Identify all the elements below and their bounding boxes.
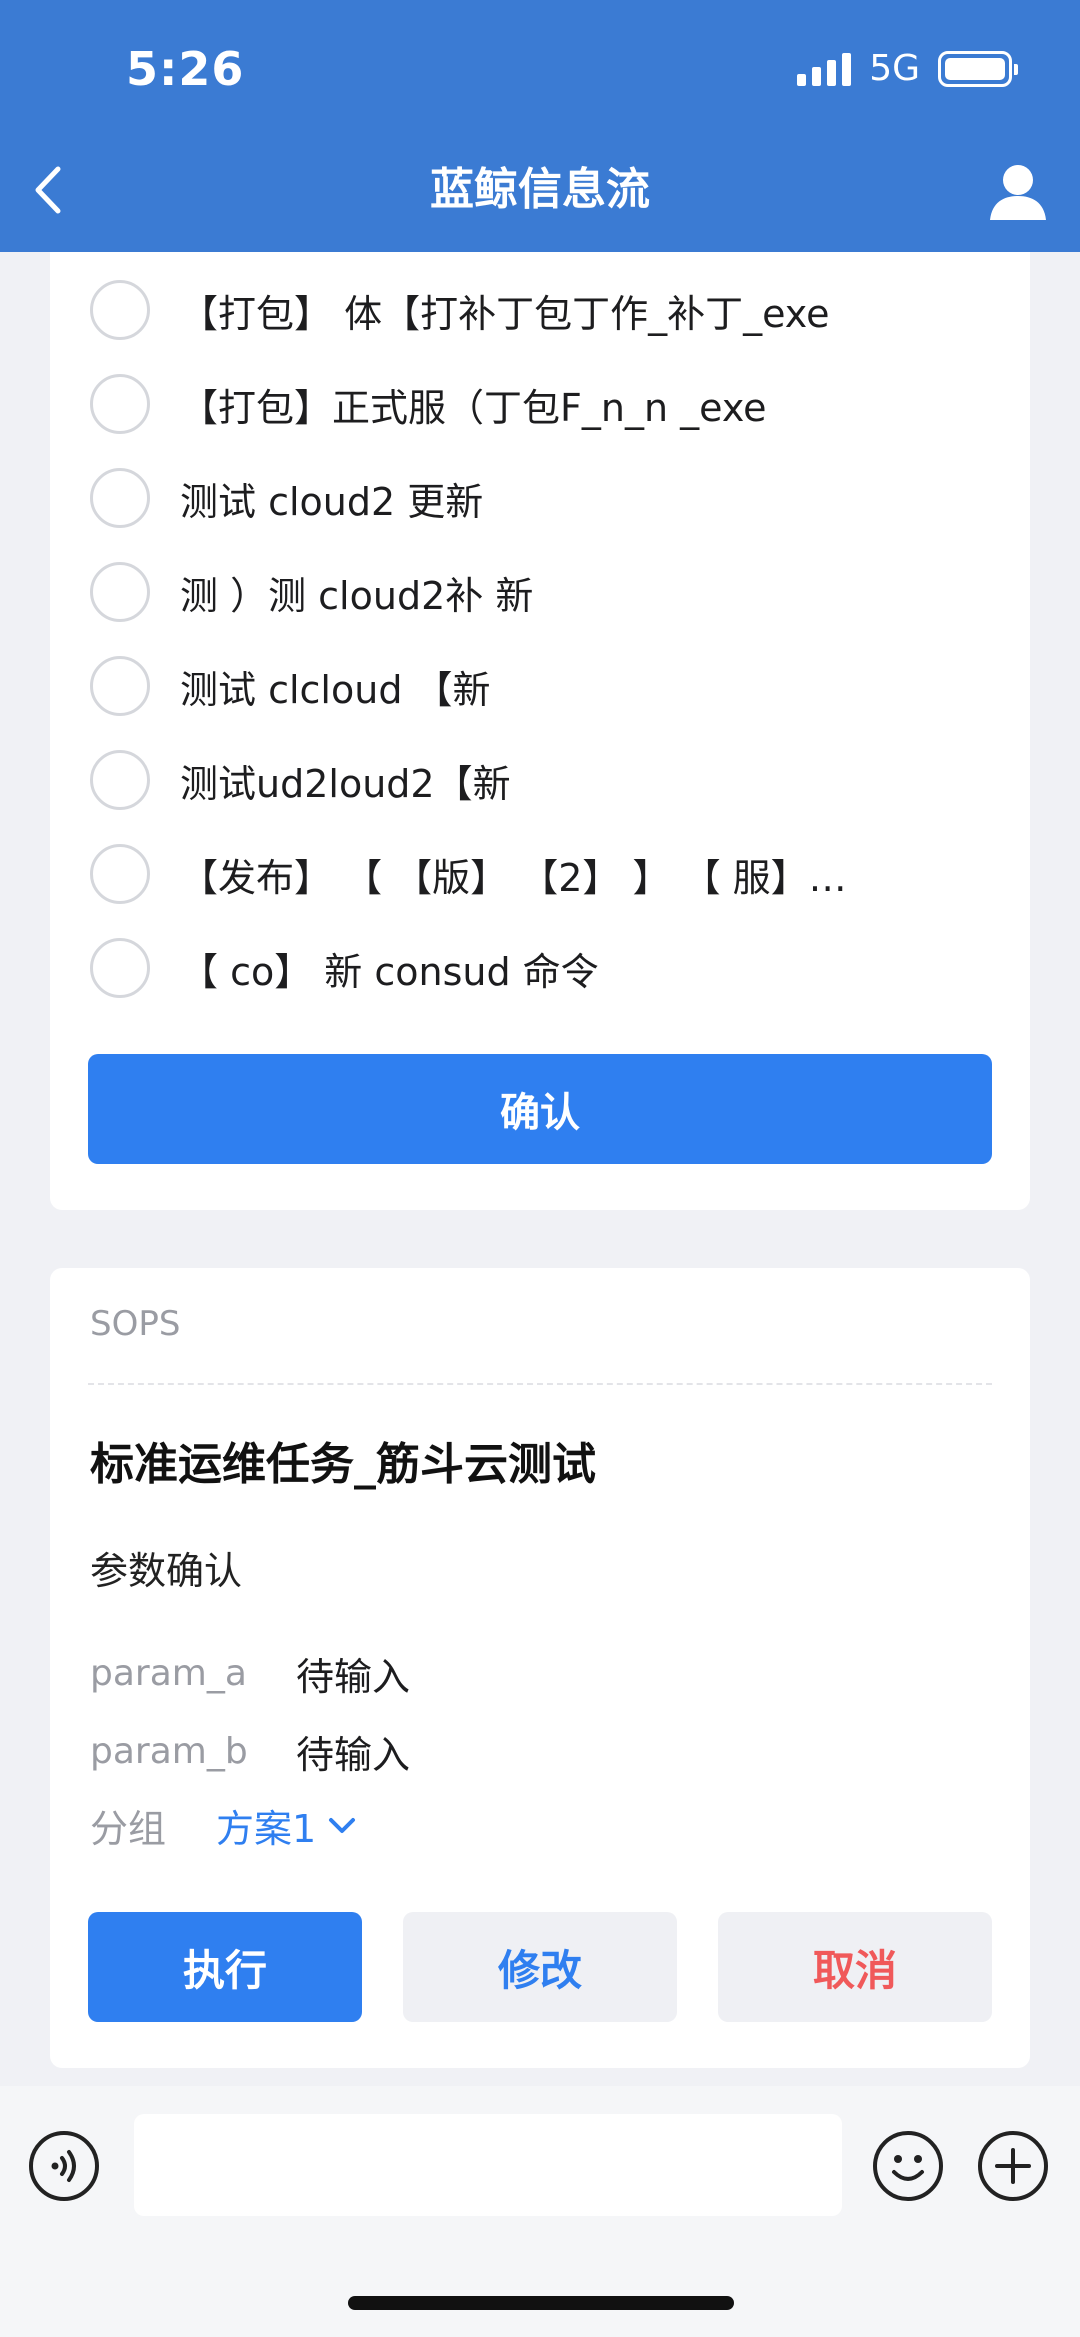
option-item[interactable]: 【 co】 新 consud 命令 — [90, 933, 1000, 1003]
signal-icon — [797, 52, 852, 86]
option-label: 【发布】 【 【版】 【2】 】 【 服】… — [180, 855, 847, 900]
param-row: param_a 待输入 — [90, 1646, 410, 1701]
radio-button[interactable] — [90, 280, 150, 340]
battery-icon — [938, 50, 1018, 87]
group-value: 方案1 — [216, 1807, 317, 1851]
status-time: 5:26 — [126, 42, 245, 96]
option-item[interactable]: 【打包】正式服（丁包F_n_n _exe — [90, 369, 1000, 439]
option-label: 【 co】 新 consud 命令 — [180, 949, 599, 994]
voice-icon[interactable] — [28, 2130, 100, 2202]
radio-button[interactable] — [90, 374, 150, 434]
app-header: 5:26 5G 蓝鲸信息流 — [0, 0, 1080, 252]
radio-button[interactable] — [90, 656, 150, 716]
section-label: 参数确认 — [90, 1549, 243, 1593]
option-card: 【打包】 体【打补丁包丁作_补丁_exe 【打包】正式服（丁包F_n_n _ex… — [50, 252, 1030, 1210]
param-key: param_b — [90, 1731, 248, 1772]
status-icons: 5G — [797, 48, 1018, 89]
option-item[interactable]: 【打包】 体【打补丁包丁作_补丁_exe — [90, 275, 1000, 345]
radio-button[interactable] — [90, 750, 150, 810]
network-label: 5G — [869, 48, 920, 89]
radio-button[interactable] — [90, 938, 150, 998]
confirm-button[interactable]: 确认 — [88, 1054, 992, 1164]
radio-button[interactable] — [90, 562, 150, 622]
cancel-button[interactable]: 取消 — [718, 1912, 992, 2022]
source-label: SOPS — [90, 1304, 181, 1344]
sops-card: SOPS 标准运维任务_筋斗云测试 参数确认 param_a 待输入 param… — [50, 1268, 1030, 2068]
page-title: 蓝鲸信息流 — [430, 164, 650, 215]
emoji-icon[interactable] — [872, 2130, 944, 2202]
plus-icon[interactable] — [977, 2130, 1049, 2202]
param-value: 待输入 — [296, 1733, 411, 1777]
radio-button[interactable] — [90, 468, 150, 528]
chevron-down-icon — [329, 1817, 356, 1833]
home-indicator — [348, 2296, 734, 2310]
option-item[interactable]: 测 ）测 cloud2补 新 — [90, 557, 1000, 627]
group-key: 分组 — [90, 1807, 167, 1851]
task-title: 标准运维任务_筋斗云测试 — [90, 1439, 596, 1490]
radio-button[interactable] — [90, 844, 150, 904]
option-item[interactable]: 测试 cloud2 更新 — [90, 463, 1000, 533]
divider — [88, 1383, 992, 1385]
message-input[interactable] — [134, 2114, 842, 2216]
option-label: 测试 cloud2 更新 — [180, 479, 484, 524]
param-key: param_a — [90, 1653, 247, 1694]
option-label: 测试 clcloud 【新 — [180, 667, 491, 712]
param-value: 待输入 — [296, 1655, 411, 1699]
option-item[interactable]: 测试 clcloud 【新 — [90, 651, 1000, 721]
option-item[interactable]: 【发布】 【 【版】 【2】 】 【 服】… — [90, 839, 1000, 909]
option-label: 【打包】正式服（丁包F_n_n _exe — [180, 385, 767, 430]
param-row: param_b 待输入 — [90, 1724, 410, 1779]
group-row: 分组 方案1 — [90, 1798, 356, 1853]
edit-button[interactable]: 修改 — [403, 1912, 677, 2022]
execute-button[interactable]: 执行 — [88, 1912, 362, 2022]
user-icon[interactable] — [986, 162, 1050, 222]
group-select[interactable]: 方案1 — [216, 1798, 356, 1853]
option-label: 测试ud2loud2【新 — [180, 761, 511, 806]
option-label: 【打包】 体【打补丁包丁作_补丁_exe — [180, 291, 830, 336]
option-label: 测 ）测 cloud2补 新 — [180, 573, 534, 618]
option-item[interactable]: 测试ud2loud2【新 — [90, 745, 1000, 815]
